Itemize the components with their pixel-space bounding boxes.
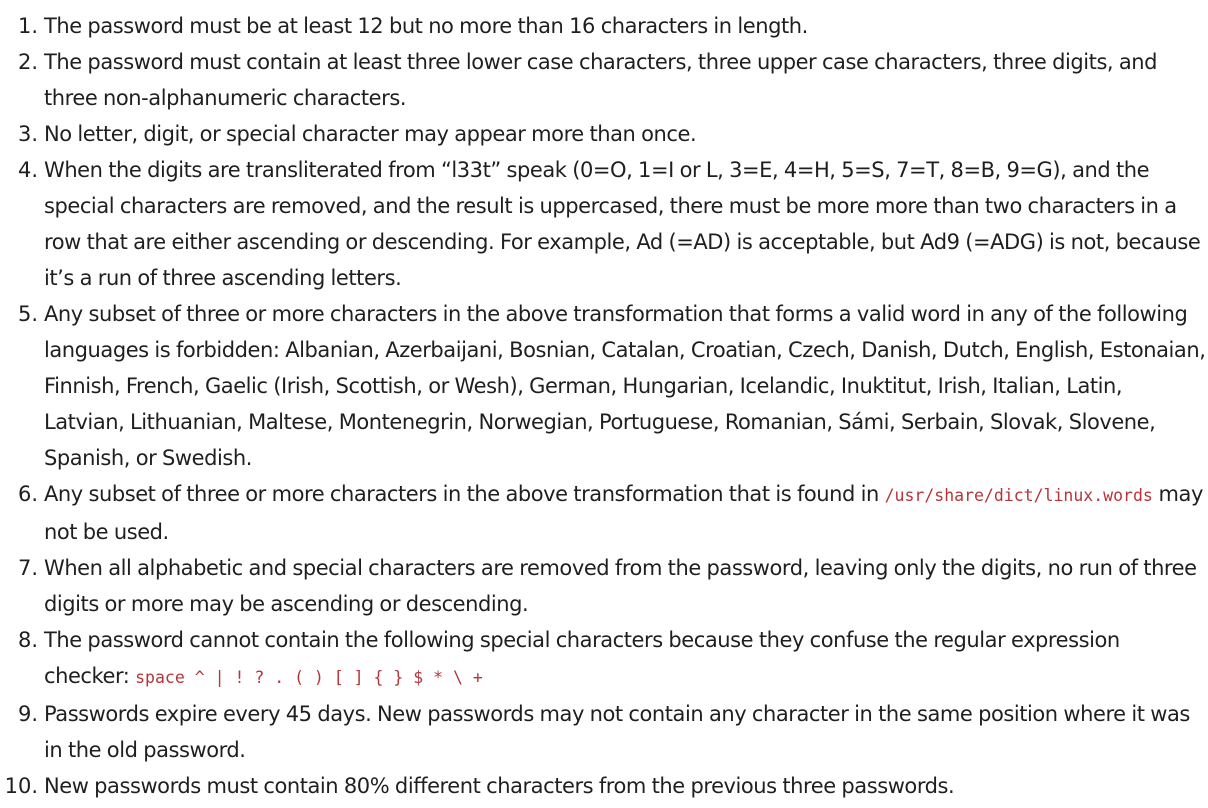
- list-item-text: The password cannot contain the followin…: [44, 622, 1208, 696]
- list-item: 5. Any subset of three or more characters…: [0, 296, 1208, 476]
- list-item-text: Any subset of three or more characters i…: [44, 476, 1208, 550]
- list-item-number: 4.: [17, 158, 38, 182]
- list-item-text: When the digits are transliterated from …: [44, 152, 1208, 296]
- list-item-number: 7.: [17, 556, 38, 580]
- list-item-number: 9.: [17, 702, 38, 726]
- list-item-text: When all alphabetic and special characte…: [44, 550, 1208, 622]
- text-segment: Passwords expire every 45 days. New pass…: [44, 702, 1190, 762]
- text-segment: The password must be at least 12 but no …: [44, 14, 808, 38]
- password-rules-list: 1. The password must be at least 12 but n…: [0, 8, 1208, 804]
- text-segment: No letter, digit, or special character m…: [44, 122, 697, 146]
- inline-code-special-characters: space ^ | ! ? . ( ) [ ] { } $ * \ +: [135, 668, 483, 687]
- list-item-text: The password must contain at least three…: [44, 44, 1208, 116]
- list-item: 4. When the digits are transliterated fro…: [0, 152, 1208, 296]
- text-segment: Any subset of three or more characters i…: [44, 482, 885, 506]
- document-body: 1. The password must be at least 12 but n…: [0, 8, 1208, 804]
- inline-code-path: /usr/share/dict/linux.words: [884, 486, 1153, 505]
- list-item-text: Passwords expire every 45 days. New pass…: [44, 696, 1208, 768]
- list-item: 7. When all alphabetic and special charac…: [0, 550, 1208, 622]
- list-item-number: 10.: [4, 774, 38, 798]
- list-item: 6. Any subset of three or more characters…: [0, 476, 1208, 550]
- list-item-text: The password must be at least 12 but no …: [44, 8, 1208, 44]
- list-item: 1. The password must be at least 12 but n…: [0, 8, 1208, 44]
- list-item-number: 8.: [17, 628, 38, 652]
- list-item-text: No letter, digit, or special character m…: [44, 116, 1208, 152]
- list-item-text: New passwords must contain 80% different…: [44, 768, 1208, 804]
- list-item: 10. New passwords must contain 80% differ…: [0, 768, 1208, 804]
- list-item-number: 5.: [17, 302, 38, 326]
- list-item-text: Any subset of three or more characters i…: [44, 296, 1208, 476]
- text-segment: New passwords must contain 80% different…: [44, 774, 955, 798]
- list-item-number: 6.: [17, 482, 38, 506]
- list-item-number: 3.: [17, 122, 38, 146]
- list-item: 8. The password cannot contain the follow…: [0, 622, 1208, 696]
- list-item-number: 2.: [17, 50, 38, 74]
- text-segment: The password must contain at least three…: [44, 50, 1158, 110]
- text-segment: Any subset of three or more characters i…: [44, 302, 1206, 470]
- list-item-number: 1.: [17, 14, 38, 38]
- list-item: 3. No letter, digit, or special character…: [0, 116, 1208, 152]
- list-item: 2. The password must contain at least thr…: [0, 44, 1208, 116]
- text-segment: When all alphabetic and special characte…: [44, 556, 1197, 616]
- list-item: 9. Passwords expire every 45 days. New pa…: [0, 696, 1208, 768]
- text-segment: When the digits are transliterated from …: [44, 158, 1201, 290]
